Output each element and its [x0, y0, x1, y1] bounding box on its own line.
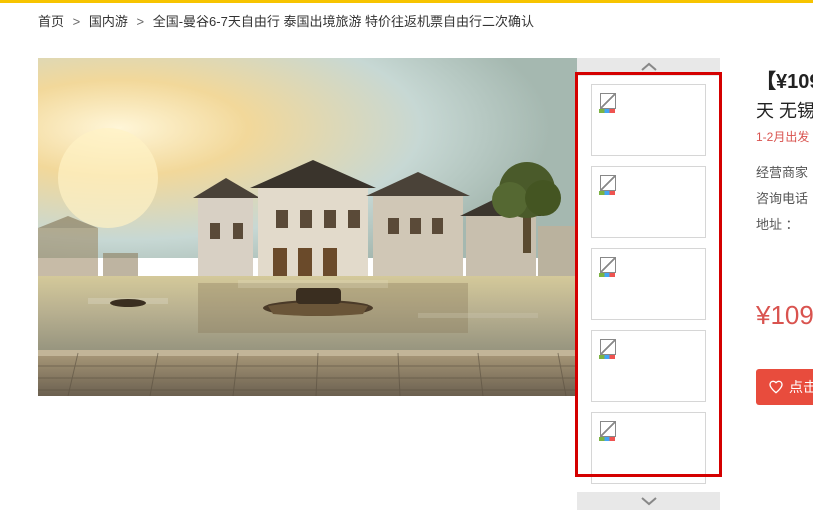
favorite-button-label: 点击: [789, 377, 813, 397]
chevron-down-icon: [640, 496, 658, 506]
product-info-panel: 【¥109 天 无锡 1-2月出发 经营商家 咨询电话 地址 ：: [756, 65, 813, 238]
departure-date: 1-2月出发: [756, 128, 813, 145]
thumbnail-item[interactable]: [591, 412, 706, 484]
thumbnail-scroll-up[interactable]: [577, 58, 720, 76]
phone-row: 咨询电话: [756, 186, 813, 212]
price-title: 【¥109: [756, 65, 813, 94]
broken-image-icon: [600, 339, 618, 357]
favorite-button[interactable]: 点击: [756, 369, 813, 405]
content-area: [0, 38, 813, 396]
meta-info: 经营商家 咨询电话 地址 ：: [756, 160, 813, 238]
broken-image-icon: [600, 175, 618, 193]
thumbnail-item[interactable]: [591, 84, 706, 156]
hero-image: [38, 58, 577, 396]
gallery: [38, 58, 577, 396]
address-row: 地址 ：: [756, 212, 813, 238]
thumbnail-item[interactable]: [591, 330, 706, 402]
breadcrumb: 首页 > 国内游 > 全国-曼谷6-7天自由行 泰国出境旅游 特价往返机票自由行…: [0, 3, 813, 38]
breadcrumb-product: 全国-曼谷6-7天自由行 泰国出境旅游 特价往返机票自由行二次确认: [153, 14, 534, 29]
chevron-up-icon: [640, 62, 658, 72]
breadcrumb-category[interactable]: 国内游: [89, 14, 128, 29]
breadcrumb-separator: >: [73, 14, 81, 29]
thumbnail-item[interactable]: [591, 248, 706, 320]
main-price: ¥109: [756, 300, 813, 331]
broken-image-icon: [600, 93, 618, 111]
heart-icon: [768, 380, 784, 394]
broken-image-icon: [600, 257, 618, 275]
breadcrumb-separator: >: [137, 14, 145, 29]
merchant-row: 经营商家: [756, 160, 813, 186]
product-subtitle: 天 无锡: [756, 97, 813, 123]
thumbnail-scroll-down[interactable]: [577, 492, 720, 510]
thumbnail-list: [591, 76, 706, 492]
broken-image-icon: [600, 421, 618, 439]
thumbnail-column: [577, 58, 720, 510]
breadcrumb-home[interactable]: 首页: [38, 14, 64, 29]
thumbnail-item[interactable]: [591, 166, 706, 238]
main-product-image[interactable]: [38, 58, 577, 396]
